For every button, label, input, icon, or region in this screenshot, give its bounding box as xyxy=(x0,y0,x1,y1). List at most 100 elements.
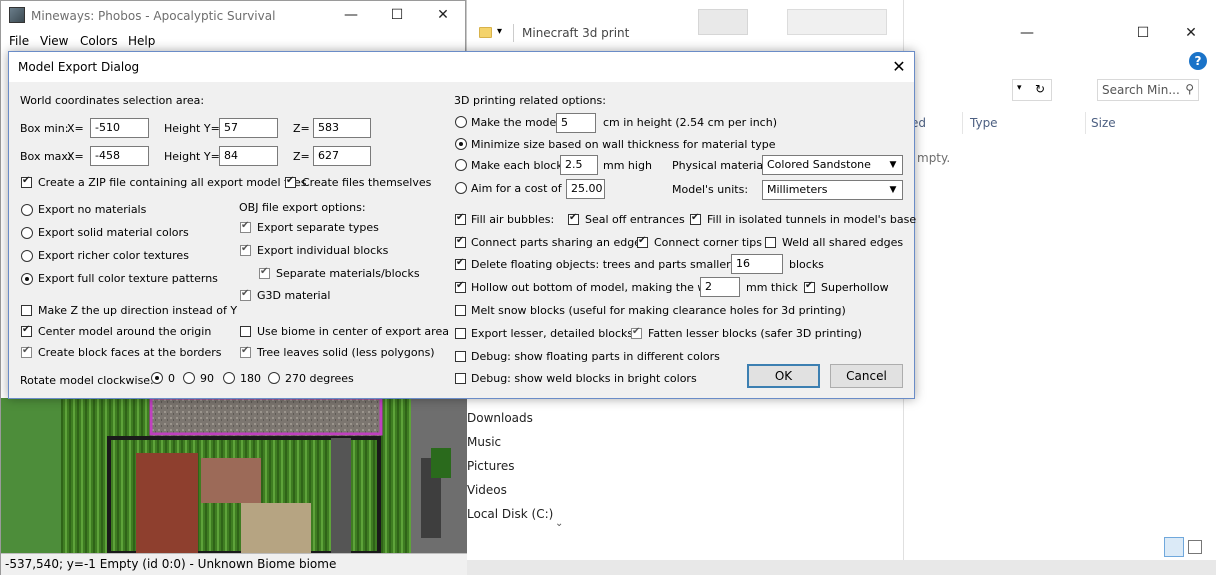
units-select[interactable]: Millimeters ▼ xyxy=(762,180,903,200)
seal-off-label: Seal off entrances xyxy=(585,213,685,226)
minimize-size-radio[interactable] xyxy=(455,138,467,150)
menu-view[interactable]: View xyxy=(40,34,68,48)
menu-file[interactable]: File xyxy=(9,34,29,48)
dialog-titlebar xyxy=(9,52,914,82)
refresh-icon[interactable]: ↻ xyxy=(1035,82,1045,96)
connect-corner-checkbox[interactable] xyxy=(637,235,648,248)
separate-types-label: Export separate types xyxy=(257,221,379,234)
connect-corner-label: Connect corner tips xyxy=(654,236,762,249)
separate-materials-checkbox[interactable] xyxy=(259,266,270,279)
melt-snow-label: Melt snow blocks (useful for making clea… xyxy=(471,304,846,317)
ribbon-tab-button-2[interactable] xyxy=(787,9,887,35)
hollow-out-checkbox[interactable] xyxy=(455,280,466,293)
nav-scrollbar[interactable]: ⌄ xyxy=(553,400,569,540)
debug-weld-checkbox[interactable] xyxy=(455,373,466,384)
rotate-radio-270[interactable] xyxy=(268,372,280,384)
block-faces-checkbox[interactable] xyxy=(21,345,32,358)
make-z-up-label: Make Z the up direction instead of Y xyxy=(38,304,238,317)
make-each-block-radio[interactable] xyxy=(455,159,467,171)
center-model-checkbox[interactable] xyxy=(21,324,32,337)
zip-checkbox[interactable] xyxy=(21,175,32,188)
chevron-down-icon[interactable]: ⌄ xyxy=(555,518,563,529)
ok-button[interactable]: OK xyxy=(747,364,820,388)
nav-item-downloads[interactable]: Downloads xyxy=(467,411,533,425)
folder-icon xyxy=(479,27,492,38)
rotate-radio-0[interactable] xyxy=(151,372,163,384)
ribbon-tab-button[interactable] xyxy=(698,9,748,35)
mineways-close-button[interactable]: ✕ xyxy=(423,1,463,29)
model-height-input[interactable]: 5 xyxy=(556,113,596,133)
tiles-view-icon[interactable] xyxy=(1188,540,1202,554)
seal-off-checkbox[interactable] xyxy=(568,212,579,225)
material-radio-solid[interactable] xyxy=(21,227,33,239)
min-y-input[interactable]: 57 xyxy=(219,118,278,138)
title-divider xyxy=(513,24,514,42)
cancel-button[interactable]: Cancel xyxy=(830,364,903,388)
tree-leaves-checkbox[interactable] xyxy=(240,345,251,358)
hollow-thickness-unit: mm thick xyxy=(746,281,798,294)
menu-colors[interactable]: Colors xyxy=(80,34,118,48)
make-model-radio[interactable] xyxy=(455,116,467,128)
nav-item-pictures[interactable]: Pictures xyxy=(467,459,515,473)
use-biome-checkbox[interactable] xyxy=(240,326,251,337)
block-size-unit: mm high xyxy=(603,159,652,172)
dropdown-arrow-icon[interactable]: ▾ xyxy=(497,26,502,37)
delete-floating-checkbox[interactable] xyxy=(455,257,466,270)
fill-tunnels-checkbox[interactable] xyxy=(690,212,701,225)
weld-all-checkbox[interactable] xyxy=(765,237,776,248)
min-x-label: X= xyxy=(67,122,84,135)
column-header-type[interactable]: Type xyxy=(970,116,998,130)
chevron-down-icon[interactable]: ▾ xyxy=(1017,83,1022,93)
fill-air-checkbox[interactable] xyxy=(455,212,466,225)
rotate-radio-180[interactable] xyxy=(223,372,235,384)
dialog-close-button[interactable]: ✕ xyxy=(879,54,919,80)
material-radio-full[interactable] xyxy=(21,273,33,285)
max-y-input[interactable]: 84 xyxy=(219,146,278,166)
fatten-lesser-checkbox[interactable] xyxy=(631,326,642,339)
search-input[interactable]: Search Min... ⚲ xyxy=(1097,79,1199,101)
rotate-radio-90[interactable] xyxy=(183,372,195,384)
explorer-close-button[interactable]: ✕ xyxy=(1171,19,1211,47)
create-files-checkbox[interactable] xyxy=(285,175,296,188)
cost-input[interactable]: 25.00 xyxy=(566,179,605,199)
connect-parts-checkbox[interactable] xyxy=(455,235,466,248)
separate-types-checkbox[interactable] xyxy=(240,220,251,233)
column-header-size[interactable]: Size xyxy=(1091,116,1116,130)
superhollow-checkbox[interactable] xyxy=(804,280,815,293)
menu-help[interactable]: Help xyxy=(128,34,155,48)
hollow-thickness-input[interactable]: 2 xyxy=(700,277,740,297)
box-min-label: Box min: xyxy=(20,122,69,135)
make-z-up-checkbox[interactable] xyxy=(21,305,32,316)
export-lesser-checkbox[interactable] xyxy=(455,328,466,339)
mineways-minimize-button[interactable]: — xyxy=(331,1,371,29)
material-label-solid: Export solid material colors xyxy=(38,226,189,239)
min-x-input[interactable]: -510 xyxy=(90,118,149,138)
min-z-input[interactable]: 583 xyxy=(313,118,371,138)
rotate-label-180: 180 xyxy=(240,372,261,385)
floating-size-input[interactable]: 16 xyxy=(731,254,783,274)
individual-blocks-checkbox[interactable] xyxy=(240,243,251,256)
nav-item-local-disk[interactable]: Local Disk (C:) xyxy=(467,507,553,521)
explorer-minimize-button[interactable]: — xyxy=(1007,19,1047,47)
aim-cost-radio[interactable] xyxy=(455,182,467,194)
details-view-icon[interactable] xyxy=(1164,537,1184,557)
max-z-input[interactable]: 627 xyxy=(313,146,371,166)
help-icon[interactable]: ? xyxy=(1189,52,1207,70)
chevron-down-icon: ▼ xyxy=(889,160,897,170)
material-radio-none[interactable] xyxy=(21,204,33,216)
mineways-maximize-button[interactable]: ☐ xyxy=(377,1,417,29)
max-x-input[interactable]: -458 xyxy=(90,146,149,166)
make-each-block-label: Make each block xyxy=(471,159,563,172)
explorer-maximize-button[interactable]: ☐ xyxy=(1123,19,1163,47)
material-radio-richer[interactable] xyxy=(21,250,33,262)
g3d-checkbox[interactable] xyxy=(240,288,251,301)
map-view[interactable] xyxy=(1,398,467,553)
nav-item-music[interactable]: Music xyxy=(467,435,501,449)
physical-material-select[interactable]: Colored Sandstone ▼ xyxy=(762,155,903,175)
use-biome-label: Use biome in center of export area xyxy=(257,325,449,338)
block-size-input[interactable]: 2.5 xyxy=(560,155,598,175)
melt-snow-checkbox[interactable] xyxy=(455,305,466,316)
nav-item-videos[interactable]: Videos xyxy=(467,483,507,497)
mineways-status-bar: -537,540; y=-1 Empty (id 0:0) - Unknown … xyxy=(1,553,467,575)
debug-floating-checkbox[interactable] xyxy=(455,351,466,362)
